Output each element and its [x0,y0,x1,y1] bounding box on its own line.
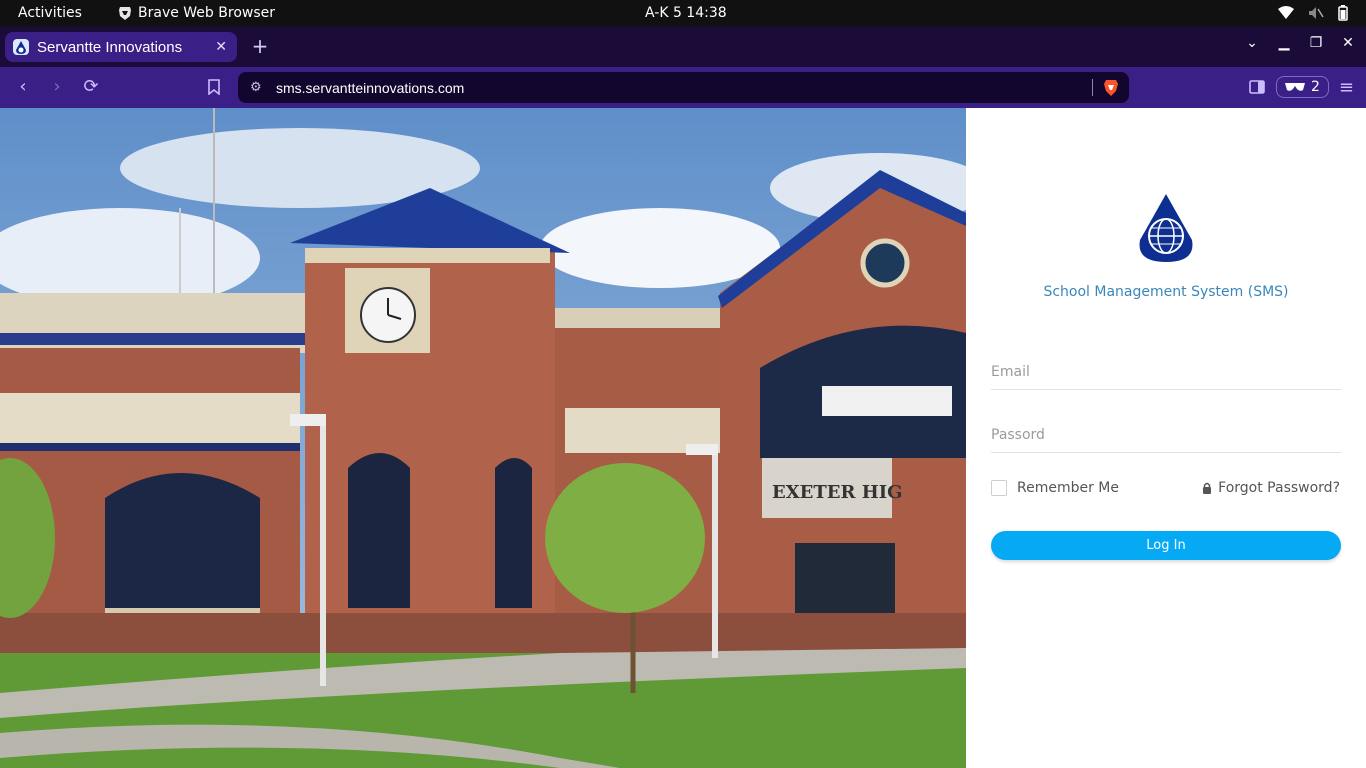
battery-icon [1338,5,1348,21]
url-text[interactable]: sms.servantteinnovations.com [276,80,464,96]
login-button[interactable]: Log In [991,531,1341,560]
new-tab-button[interactable]: + [250,34,270,58]
hamburger-menu-icon[interactable]: ≡ [1339,77,1354,98]
page-content: EXETER HIG School Management System (SMS… [0,108,1366,768]
tab-close-icon[interactable]: ✕ [215,39,227,55]
window-controls: ⌄ ▁ ❐ ✕ [1242,35,1358,51]
system-tray[interactable] [1278,5,1348,21]
app-name: Brave Web Browser [138,5,275,21]
remember-me-checkbox[interactable] [991,480,1007,496]
bookmark-icon[interactable] [203,76,225,98]
toolbar-right: 2 ≡ [1248,76,1354,98]
remember-me[interactable]: Remember Me [991,480,1119,496]
app-menu[interactable]: Brave Web Browser [118,5,275,21]
minimize-icon[interactable]: ▁ [1274,35,1294,51]
tab-title: Servantte Innovations [37,38,183,56]
site-favicon [13,39,29,55]
sidebar-toggle-icon[interactable] [1248,78,1266,96]
tab-strip: Servantte Innovations ✕ + ⌄ ▁ ❐ ✕ [0,27,1366,67]
vpn-wallet-button[interactable]: 2 [1275,76,1329,98]
navigation-bar: ‹ › ⟳ ⚙ sms.servantteinnovations.com 2 ≡ [0,67,1366,108]
forgot-password-label: Forgot Password? [1218,480,1340,496]
sms-logo [1139,194,1193,262]
remember-me-label: Remember Me [1017,480,1119,496]
site-settings-icon[interactable]: ⚙ [250,80,266,95]
clock[interactable]: A-K 5 14:38 [645,5,727,21]
login-panel: School Management System (SMS) Remember … [966,108,1366,768]
system-name: School Management System (SMS) [1043,284,1289,300]
reload-button[interactable]: ⟳ [80,76,102,98]
tracker-count: 2 [1310,79,1320,95]
divider [1092,79,1093,96]
system-top-bar: Activities Brave Web Browser A-K 5 14:38 [0,0,1366,27]
activities-button[interactable]: Activities [18,5,82,21]
brave-shields-icon[interactable] [1103,79,1119,97]
tab-servantte[interactable]: Servantte Innovations ✕ [5,32,237,62]
password-field[interactable] [991,417,1341,453]
back-button[interactable]: ‹ [12,76,34,98]
tab-search-chevron-icon[interactable]: ⌄ [1242,35,1262,51]
lock-icon [1203,482,1212,494]
forward-button[interactable]: › [46,76,68,98]
wifi-icon [1278,6,1294,19]
brave-lion-icon [119,6,131,20]
school-photo: EXETER HIG [0,108,966,768]
sunglasses-icon [1284,83,1305,91]
volume-muted-icon [1309,7,1324,19]
window-close-icon[interactable]: ✕ [1338,35,1358,51]
building-sign: EXETER HIG [772,482,903,503]
address-bar[interactable]: ⚙ sms.servantteinnovations.com [238,72,1129,103]
email-field[interactable] [991,354,1341,390]
forgot-password-link[interactable]: Forgot Password? [1202,480,1340,496]
maximize-icon[interactable]: ❐ [1306,35,1326,51]
